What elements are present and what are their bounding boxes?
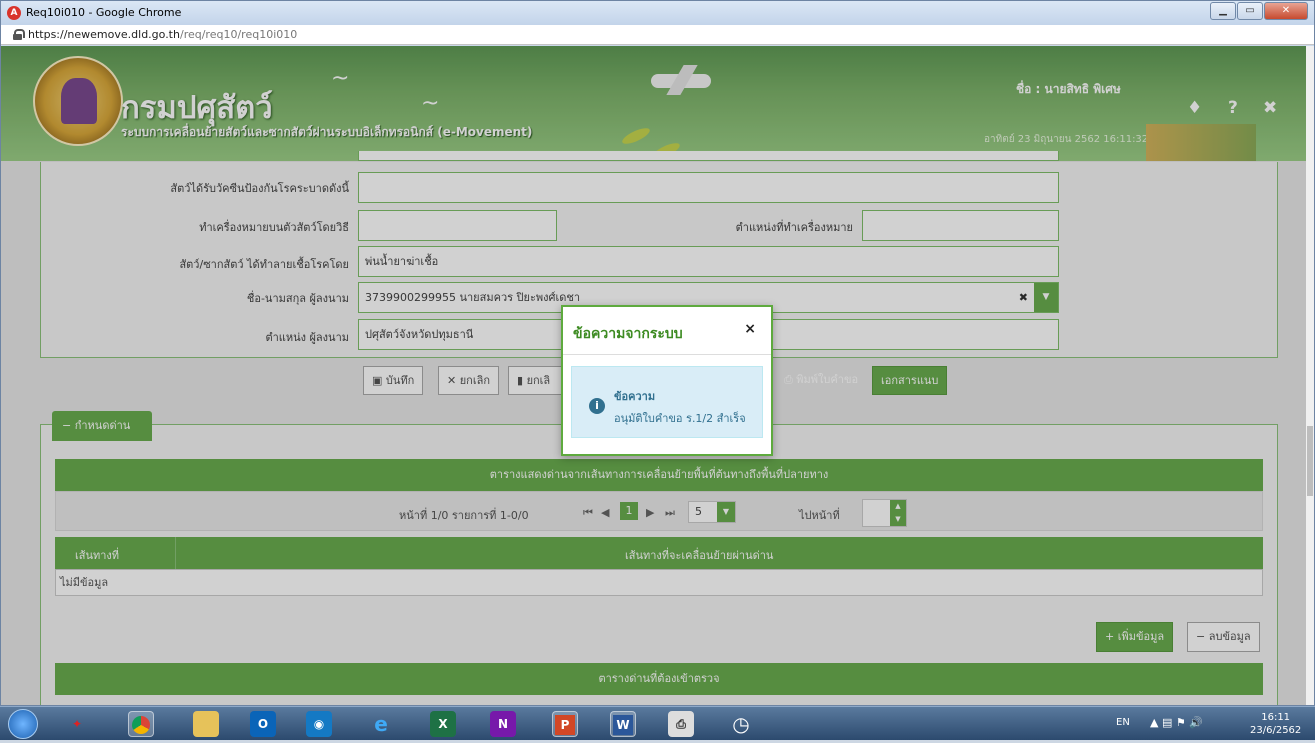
clock-time: 16:11 xyxy=(1261,712,1291,723)
page-scrollbar[interactable] xyxy=(1306,46,1314,705)
url-text[interactable]: https://newemove.dld.go.th/req/req10/req… xyxy=(28,28,297,41)
page-content: กรมปศุสัตว์ ระบบการเคลื่อนย้ายสัตว์และซา… xyxy=(1,46,1306,705)
word-icon[interactable]: W xyxy=(610,711,636,737)
title-bar: A Req10i010 - Google Chrome ▁ ▭ ✕ xyxy=(1,1,1314,25)
taskbar: ✦ O ◉ e X N P W ⎙ ◷ EN ▲ ▤ ⚑ 🔊 16:11 23/6… xyxy=(0,706,1315,740)
system-tray: EN ▲ ▤ ⚑ 🔊 16:11 23/6/2562 xyxy=(1110,707,1315,741)
scrollbar-thumb[interactable] xyxy=(1307,426,1313,496)
explorer-icon[interactable] xyxy=(193,711,219,737)
app-icon: A xyxy=(7,6,21,20)
minimize-button[interactable]: ▁ xyxy=(1210,2,1236,20)
clock-date: 23/6/2562 xyxy=(1250,725,1302,736)
pin-app-icon[interactable]: ✦ xyxy=(64,711,90,737)
clock-app-icon[interactable]: ◷ xyxy=(728,711,754,737)
printer-app-icon[interactable]: ⎙ xyxy=(668,711,694,737)
ie-icon[interactable]: e xyxy=(368,711,394,737)
url-host: https://newemove.dld.go.th xyxy=(28,28,180,41)
webex-icon[interactable]: ◉ xyxy=(306,711,332,737)
start-button[interactable] xyxy=(8,709,38,739)
system-message-dialog: ข้อความจากระบบ × i ข้อความ อนุมัติใบคำขอ… xyxy=(561,305,773,456)
window-title: Req10i010 - Google Chrome xyxy=(26,6,182,19)
onenote-icon[interactable]: N xyxy=(490,711,516,737)
excel-icon[interactable]: X xyxy=(430,711,456,737)
info-alert: i ข้อความ อนุมัติใบคำขอ ร.1/2 สำเร็จ xyxy=(571,366,763,438)
url-path: /req/req10/req10i010 xyxy=(179,28,298,41)
powerpoint-icon[interactable]: P xyxy=(552,711,578,737)
tray-icons[interactable]: ▲ ▤ ⚑ 🔊 xyxy=(1150,716,1203,729)
outlook-icon[interactable]: O xyxy=(250,711,276,737)
clock[interactable]: 16:11 23/6/2562 xyxy=(1250,711,1301,737)
alert-message: อนุมัติใบคำขอ ร.1/2 สำเร็จ xyxy=(614,412,746,425)
maximize-button[interactable]: ▭ xyxy=(1237,2,1263,20)
language-indicator[interactable]: EN xyxy=(1116,717,1130,728)
alert-heading: ข้อความ xyxy=(614,390,656,403)
lock-icon xyxy=(13,29,25,40)
chrome-icon[interactable] xyxy=(128,711,154,737)
browser-window: A Req10i010 - Google Chrome ▁ ▭ ✕ https:… xyxy=(0,0,1315,706)
dialog-divider xyxy=(563,354,771,355)
dialog-title: ข้อความจากระบบ xyxy=(573,326,683,342)
close-window-button[interactable]: ✕ xyxy=(1264,2,1308,20)
address-bar[interactable]: https://newemove.dld.go.th/req/req10/req… xyxy=(1,25,1314,45)
dialog-close-button[interactable]: × xyxy=(744,321,756,337)
info-icon: i xyxy=(589,398,605,414)
